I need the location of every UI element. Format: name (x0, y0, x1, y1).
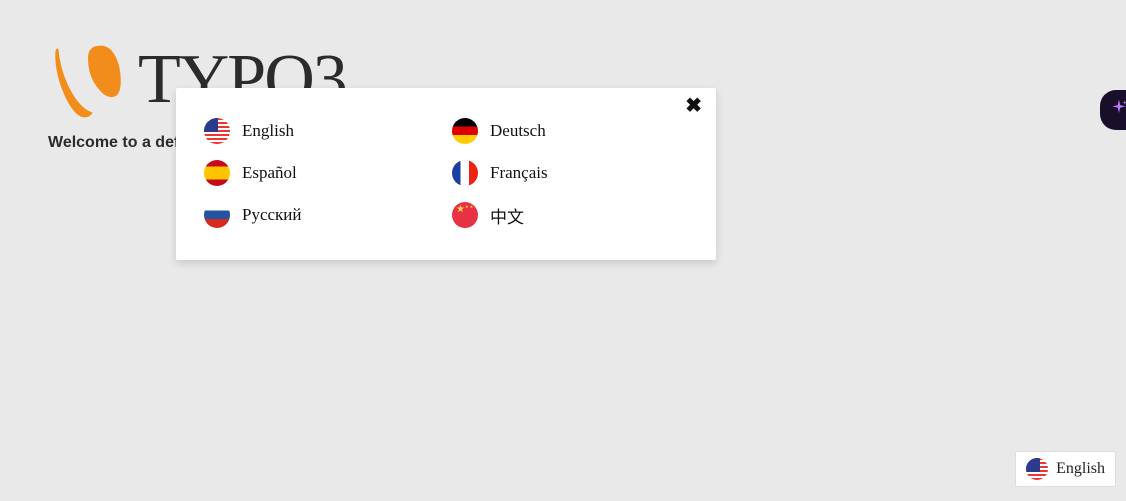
language-label: 中文 (490, 203, 524, 228)
language-label: Русский (242, 205, 302, 225)
de-flag-icon (452, 118, 478, 144)
current-language-label: English (1056, 460, 1105, 478)
language-option-english[interactable]: English (204, 118, 440, 144)
language-option-espanol[interactable]: Español (204, 160, 440, 186)
us-flag-icon (1026, 458, 1048, 480)
cn-flag-icon (452, 202, 478, 228)
close-icon: ✖ (685, 95, 702, 117)
language-label: Español (242, 163, 297, 183)
language-option-francais[interactable]: Français (452, 160, 688, 186)
current-language-badge[interactable]: English (1015, 451, 1116, 487)
sparkle-icon (1109, 98, 1126, 123)
popup-close-button[interactable]: ✖ (685, 96, 702, 116)
language-label: Français (490, 163, 548, 183)
es-flag-icon (204, 160, 230, 186)
us-flag-icon (204, 118, 230, 144)
language-option-chinese[interactable]: 中文 (452, 202, 688, 228)
ru-flag-icon (204, 202, 230, 228)
language-option-russian[interactable]: Русский (204, 202, 440, 228)
language-label: English (242, 121, 294, 141)
language-option-deutsch[interactable]: Deutsch (452, 118, 688, 144)
language-popup: ✖ English Deutsch Español Français Русск… (176, 88, 716, 260)
fr-flag-icon (452, 160, 478, 186)
assistant-widget-button[interactable] (1100, 90, 1126, 130)
typo3-logo-icon (48, 41, 128, 119)
language-grid: English Deutsch Español Français Русский… (204, 118, 688, 228)
language-label: Deutsch (490, 121, 546, 141)
